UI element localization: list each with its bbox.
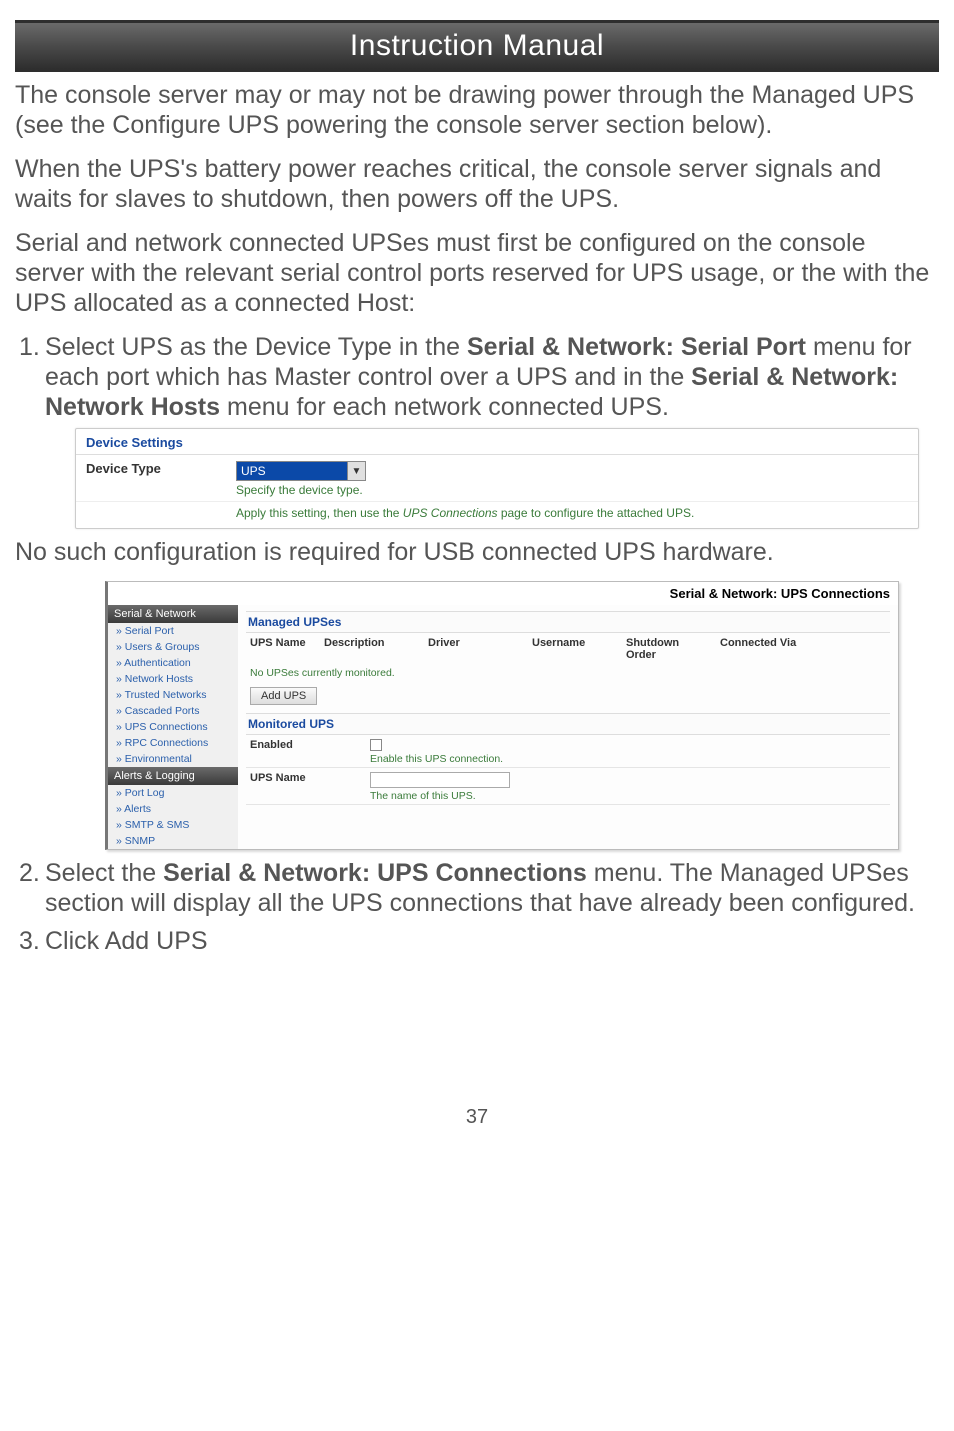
page-header: Instruction Manual: [15, 20, 939, 72]
step-number: 3.: [19, 926, 45, 956]
no-upses-message: No UPSes currently monitored.: [246, 663, 890, 685]
enabled-checkbox[interactable]: [370, 739, 382, 751]
sidebar-group-header: Alerts & Logging: [108, 767, 238, 785]
col-username: Username: [532, 637, 612, 661]
ups-name-help: The name of this UPS.: [370, 790, 886, 802]
ups-name-input[interactable]: [370, 772, 510, 788]
sidebar-item-alerts[interactable]: » Alerts: [108, 801, 238, 817]
col-shutdown-order: Shutdown Order: [626, 637, 706, 661]
managed-upses-columns: UPS Name Description Driver Username Shu…: [246, 633, 890, 663]
paragraph: No such configuration is required for US…: [15, 537, 939, 567]
sidebar-item-smtp-sms[interactable]: » SMTP & SMS: [108, 817, 238, 833]
device-settings-panel: Device Settings Device Type UPS ▼ Specif…: [75, 428, 919, 529]
sidebar-item-authentication[interactable]: » Authentication: [108, 655, 238, 671]
sidebar-item-network-hosts[interactable]: » Network Hosts: [108, 671, 238, 687]
sidebar-item-users-groups[interactable]: » Users & Groups: [108, 639, 238, 655]
sidebar-item-cascaded-ports[interactable]: » Cascaded Ports: [108, 703, 238, 719]
paragraph: Serial and network connected UPSes must …: [15, 228, 939, 318]
add-ups-button[interactable]: Add UPS: [250, 687, 317, 705]
step-number: 2.: [19, 858, 45, 888]
breadcrumb: Serial & Network: UPS Connections: [108, 582, 898, 605]
paragraph: The console server may or may not be dra…: [15, 80, 939, 140]
sidebar: Serial & Network » Serial Port » Users &…: [108, 605, 238, 849]
step-3: 3.Click Add UPS: [15, 926, 939, 956]
sidebar-item-serial-port[interactable]: » Serial Port: [108, 623, 238, 639]
device-type-row: Device Type UPS ▼ Specify the device typ…: [76, 455, 918, 501]
page-header-title: Instruction Manual: [350, 29, 604, 62]
chevron-down-icon: ▼: [347, 462, 365, 480]
device-type-select[interactable]: UPS ▼: [236, 461, 366, 481]
sidebar-item-rpc-connections[interactable]: » RPC Connections: [108, 735, 238, 751]
col-description: Description: [324, 637, 414, 661]
step-2: 2.Select the Serial & Network: UPS Conne…: [15, 858, 939, 918]
device-type-value: UPS: [241, 464, 266, 478]
col-connected-via: Connected Via: [720, 637, 800, 661]
ups-name-label: UPS Name: [250, 772, 370, 802]
ups-connections-panel: Serial & Network: UPS Connections Serial…: [105, 581, 899, 850]
device-type-help: Specify the device type.: [236, 481, 908, 497]
paragraph: When the UPS's battery power reaches cri…: [15, 154, 939, 214]
col-driver: Driver: [428, 637, 518, 661]
ups-name-row: UPS Name The name of this UPS.: [246, 768, 890, 805]
col-ups-name: UPS Name: [250, 637, 310, 661]
sidebar-item-environmental[interactable]: » Environmental: [108, 751, 238, 767]
managed-upses-title: Managed UPSes: [246, 611, 890, 633]
panel-title: Device Settings: [76, 429, 918, 455]
enabled-help: Enable this UPS connection.: [370, 753, 886, 765]
page-number: 37: [15, 1106, 939, 1129]
device-type-label: Device Type: [86, 461, 236, 476]
sidebar-item-ups-connections[interactable]: » UPS Connections: [108, 719, 238, 735]
enabled-row: Enabled Enable this UPS connection.: [246, 735, 890, 768]
enabled-label: Enabled: [250, 739, 370, 765]
sidebar-item-trusted-networks[interactable]: » Trusted Networks: [108, 687, 238, 703]
sidebar-item-snmp[interactable]: » SNMP: [108, 833, 238, 849]
step-1: 1.Select UPS as the Device Type in the S…: [15, 332, 939, 422]
sidebar-item-port-log[interactable]: » Port Log: [108, 785, 238, 801]
monitored-ups-title: Monitored UPS: [246, 713, 890, 735]
device-type-note: Apply this setting, then use the UPS Con…: [76, 501, 918, 528]
sidebar-group-header: Serial & Network: [108, 605, 238, 623]
step-number: 1.: [19, 332, 45, 362]
